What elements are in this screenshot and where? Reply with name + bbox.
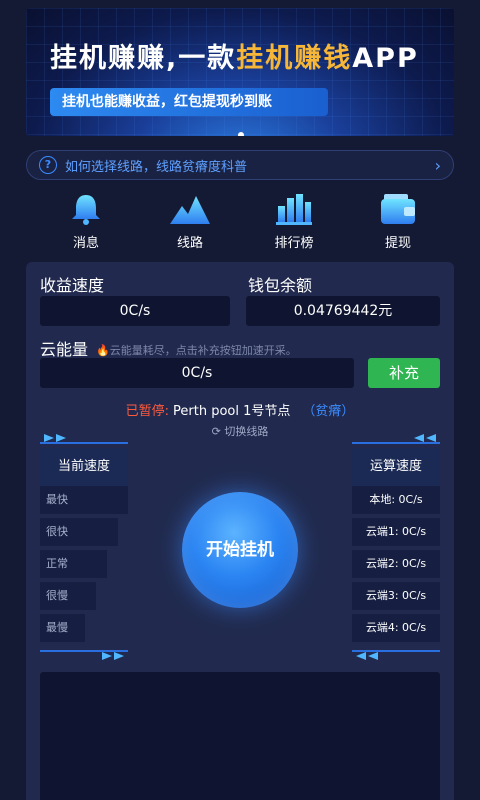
arrow-decoration [352,650,440,660]
menu-item-leaderboard[interactable]: 排行榜 [264,192,324,251]
menu-item-lines[interactable]: 线路 [160,192,220,251]
node-name: Perth pool 1号节点 [173,404,291,419]
compute-local: 本地: 0C/s [352,486,440,514]
menu-item-messages[interactable]: 消息 [56,192,116,251]
mining-log-area [40,672,440,800]
compute-cloud-3: 云端3: 0C/s [352,582,440,610]
cloud-energy-value: 0C/s [40,358,354,388]
banner-title: 挂机赚赚,一款挂机赚钱APP [50,43,419,74]
bar-chart-icon [276,194,312,225]
speed-level-slow: 很慢 [40,582,96,610]
speed-level-fastest: 最快 [40,486,128,514]
carousel-indicator[interactable] [238,132,244,136]
arrow-decoration [352,434,440,444]
compute-cloud-4: 云端4: 0C/s [352,614,440,642]
line-help-link[interactable]: ? 如何选择线路，线路贫瘠度科普 › [26,150,454,180]
compute-cloud-2: 云端2: 0C/s [352,550,440,578]
cloud-energy-label: 云能量 [40,340,89,359]
flame-icon: 🔥 [96,344,110,357]
recharge-button[interactable]: 补充 [368,358,440,388]
compute-cloud-1: 云端1: 0C/s [352,518,440,546]
speed-level-slowest: 最慢 [40,614,85,642]
start-mining-button[interactable]: 开始挂机 [182,492,298,608]
bell-icon [72,195,100,225]
promo-banner[interactable]: 挂机赚赚,一款挂机赚钱APP 挂机也能赚收益，红包提现秒到账 [26,8,454,136]
wallet-balance-label: 钱包余额 [248,276,313,295]
income-speed-value: 0C/s [40,296,230,326]
speed-level-normal: 正常 [40,550,107,578]
menu-item-label: 提现 [384,236,411,251]
node-quality: （贫瘠） [302,404,355,419]
cloud-energy-hint: 🔥云能量耗尽，点击补充按钮加速开采。 [96,344,297,357]
arrow-decoration [40,434,128,444]
mining-panel: 收益速度 0C/s 钱包余额 0.04769442元 云能量 🔥云能量耗尽，点击… [26,262,454,800]
line-help-text: 如何选择线路，线路贫瘠度科普 [65,159,248,175]
menu-item-label: 排行榜 [274,236,314,251]
speed-level-fast: 很快 [40,518,118,546]
mountain-icon [170,196,210,224]
question-circle-icon: ? [39,156,57,174]
menu-item-label: 消息 [72,236,99,251]
wallet-balance-value: 0.04769442元 [246,296,440,326]
chevron-right-icon: › [434,156,441,175]
paused-label: 已暂停: [125,404,169,419]
wallet-icon [381,194,415,224]
banner-subtitle: 挂机也能赚收益，红包提现秒到账 [50,88,328,116]
main-menu: 消息 线路 排行榜 提现 [26,192,454,254]
node-status: 已暂停: Perth pool 1号节点 （贫瘠） [26,400,454,419]
current-speed-title: 当前速度 [40,448,128,486]
compute-speed-title: 运算速度 [352,448,440,486]
arrow-decoration [40,650,128,660]
menu-item-withdraw[interactable]: 提现 [368,192,428,251]
menu-item-label: 线路 [176,236,203,251]
refresh-icon: ⟳ [211,425,221,438]
income-speed-label: 收益速度 [40,276,105,295]
